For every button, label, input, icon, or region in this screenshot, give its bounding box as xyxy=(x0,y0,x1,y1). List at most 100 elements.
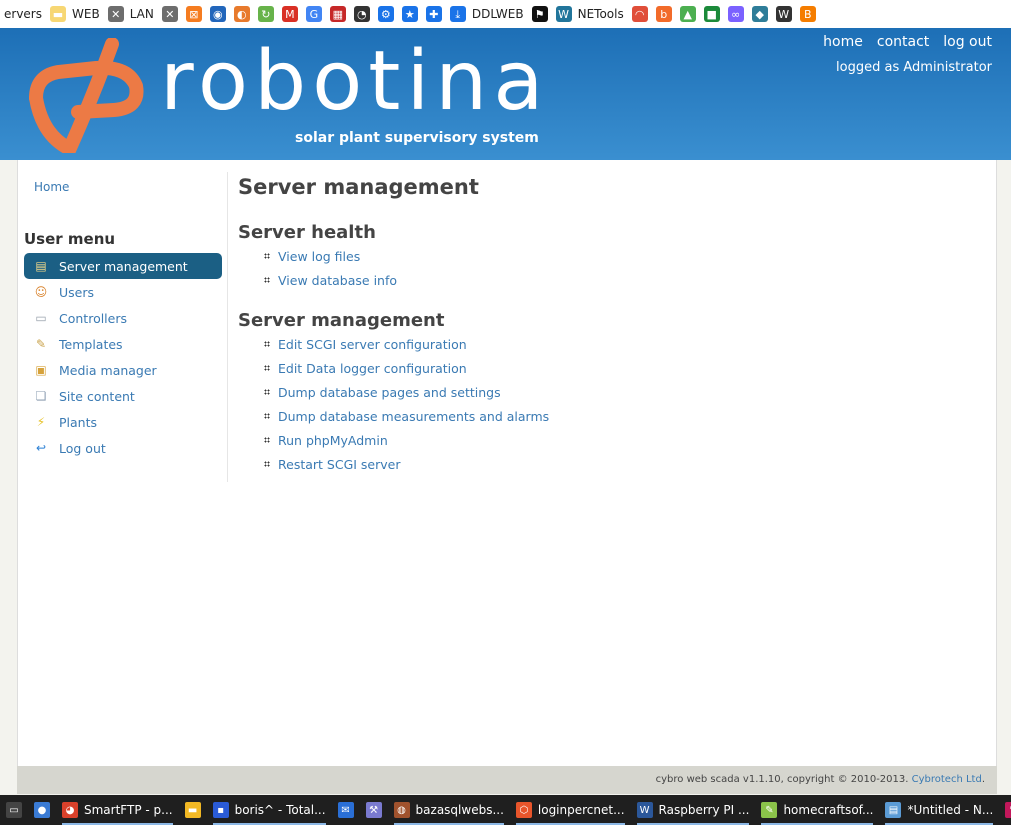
taskbar-item[interactable]: ◕ SmartFTP - p... xyxy=(56,795,179,825)
bookmark-label: WEB xyxy=(72,7,100,21)
bookmark-item[interactable]: M xyxy=(278,0,302,28)
bookmark-label: ervers xyxy=(4,7,42,21)
bookmark-item[interactable]: ⊠ xyxy=(182,0,206,28)
bullet-icon xyxy=(264,413,270,419)
taskbar-item[interactable]: ⚒ xyxy=(360,795,388,825)
nav-logout-link[interactable]: log out xyxy=(943,34,992,50)
menu-item-log-out[interactable]: ↩ Log out xyxy=(24,435,222,461)
lightning-icon: ⚡ xyxy=(36,415,46,429)
bookmark-item[interactable]: ▲ xyxy=(676,0,700,28)
bookmark-item[interactable]: ⚙ xyxy=(374,0,398,28)
folder-icon: ▬ xyxy=(50,6,66,22)
flag-icon: ⚑ xyxy=(531,6,548,22)
taskbar-item[interactable]: ✉ xyxy=(332,795,360,825)
section-link-list: Edit SCGI server configuration Edit Data … xyxy=(264,332,978,476)
bookmark-item[interactable]: ◔ xyxy=(350,0,374,28)
bookmark-item[interactable]: W xyxy=(772,0,796,28)
bookmark-item[interactable]: ★ xyxy=(398,0,422,28)
bullet-icon xyxy=(264,461,270,467)
bookmark-item[interactable]: ∞ xyxy=(724,0,748,28)
bullet-icon xyxy=(264,389,270,395)
network-icon: ✕ xyxy=(107,6,124,22)
footer-company-link[interactable]: Cybrotech Ltd xyxy=(912,774,982,785)
taskbar-item[interactable]: ▤ *Untitled - N... xyxy=(879,795,999,825)
bookmark-item[interactable]: ⚑ xyxy=(528,0,552,28)
menu-item-users[interactable]: ☺ Users xyxy=(24,279,222,305)
bullet-icon xyxy=(264,277,270,283)
action-link[interactable]: Dump database pages and settings xyxy=(264,380,978,404)
menu-item-site-content[interactable]: ❏ Site content xyxy=(24,383,222,409)
bookmark-item[interactable]: ↻ xyxy=(254,0,278,28)
brave-icon: ⬡ xyxy=(515,802,532,818)
site-footer: cybro web scada v1.1.10, copyright © 201… xyxy=(17,766,997,794)
site-header: robotina solar plant supervisory system … xyxy=(0,28,1011,160)
menu-item-label: Users xyxy=(59,284,95,300)
users-icon: ☺ xyxy=(34,285,48,299)
bookmark-item[interactable]: ◐ xyxy=(230,0,254,28)
taskbar-item[interactable]: ▭ xyxy=(0,795,28,825)
windows-taskbar: ▭ ● ◕ SmartFTP - p... ▬ ▪ boris^ - Total... ✉ ⚒ ◍… xyxy=(0,795,1011,825)
logout-arrow-icon: ↩ xyxy=(35,441,47,455)
menu-item-label: Templates xyxy=(59,336,123,352)
bookmarks-bar: ervers ▬ WEB ✕ LAN ✕ ⊠ ◉ ◐ ↻ M G ▦ ◔ ⚙ ★ ✚ ⤓ DDLWEB ⚑ W NEToo… xyxy=(0,0,1011,28)
taskbar-item[interactable]: W Raspberry PI ... xyxy=(631,795,756,825)
bookmark-label: DDLWEB xyxy=(471,7,524,21)
globe-network-icon: ● xyxy=(34,802,50,818)
notepad-icon: ▤ xyxy=(885,802,902,818)
media-icon: ▣ xyxy=(35,363,47,377)
bookmark-item[interactable]: ✕ xyxy=(158,0,182,28)
wordpress-icon: W xyxy=(555,6,572,22)
menu-item-controllers[interactable]: ▭ Controllers xyxy=(24,305,222,331)
content-panel: Home User menu ▤ Server management ☺ Users ▭… xyxy=(17,160,997,766)
logged-user-status: logged as Administrator xyxy=(836,60,992,75)
action-link[interactable]: View log files xyxy=(264,244,978,268)
bookmark-item[interactable]: ▦ xyxy=(326,0,350,28)
bookmark-item[interactable]: ervers xyxy=(0,0,46,28)
taskbar-item[interactable]: ⬡ loginpercnet... xyxy=(510,795,631,825)
taskbar-item[interactable]: ● xyxy=(28,795,56,825)
action-link[interactable]: Run phpMyAdmin xyxy=(264,428,978,452)
bookmark-item[interactable]: ◆ xyxy=(748,0,772,28)
section-title: Server health xyxy=(238,222,376,243)
taskbar-item-label: Raspberry PI ... xyxy=(658,803,750,817)
menu-item-media-manager[interactable]: ▣ Media manager xyxy=(24,357,222,383)
bookmark-item[interactable]: ⤓ DDLWEB xyxy=(446,0,528,28)
taskbar-item[interactable]: ✎ homecraftsof... xyxy=(755,795,879,825)
action-link[interactable]: Restart SCGI server xyxy=(264,452,978,476)
bookmark-item[interactable]: ✕ LAN xyxy=(104,0,158,28)
nav-contact-link[interactable]: contact xyxy=(877,34,929,50)
taskbar-item[interactable]: ▬ xyxy=(179,795,207,825)
bookmark-item[interactable]: G xyxy=(302,0,326,28)
file-explorer-icon: ▬ xyxy=(184,802,201,818)
chrome-icon: ◍ xyxy=(393,802,410,818)
controller-icon: ▭ xyxy=(35,311,47,325)
taskbar-item[interactable]: ◍ bazasqlwebs... xyxy=(388,795,510,825)
menu-item-label: Media manager xyxy=(59,362,157,378)
action-link[interactable]: Edit SCGI server configuration xyxy=(264,332,978,356)
menu-item-plants[interactable]: ⚡ Plants xyxy=(24,409,222,435)
bookmark-item[interactable]: ◠ xyxy=(628,0,652,28)
action-link-label: Edit SCGI server configuration xyxy=(278,336,467,352)
translate-icon: G xyxy=(305,6,322,22)
bookmark-item[interactable]: ◉ xyxy=(206,0,230,28)
bookmark-item[interactable]: W NETools xyxy=(552,0,628,28)
bookmark-item[interactable]: b xyxy=(652,0,676,28)
action-link-label: View database info xyxy=(278,272,398,288)
sections-container: Server health View log files View database… xyxy=(238,222,978,476)
taskbar-item[interactable]: ▪ boris^ - Total... xyxy=(207,795,332,825)
taskbar-item[interactable]: ✎ xyxy=(999,795,1011,825)
action-link[interactable]: Dump database measurements and alarms xyxy=(264,404,978,428)
server-settings-icon: ▤ xyxy=(35,259,47,273)
bookmark-item[interactable]: B xyxy=(796,0,820,28)
action-link[interactable]: View database info xyxy=(264,268,978,292)
menu-item-templates[interactable]: ✎ Templates xyxy=(24,331,222,357)
bookmark-item[interactable]: ▬ WEB xyxy=(46,0,104,28)
nav-home-link[interactable]: home xyxy=(823,34,863,50)
menu-item-server-management[interactable]: ▤ Server management xyxy=(24,253,222,279)
sidebar-home-link[interactable]: Home xyxy=(34,180,69,194)
action-link[interactable]: Edit Data logger configuration xyxy=(264,356,978,380)
bookmark-item[interactable]: ■ xyxy=(700,0,724,28)
footer-period: . xyxy=(981,774,985,785)
bookmark-item[interactable]: ✚ xyxy=(422,0,446,28)
taskbar-item-label: bazasqlwebs... xyxy=(415,803,504,817)
